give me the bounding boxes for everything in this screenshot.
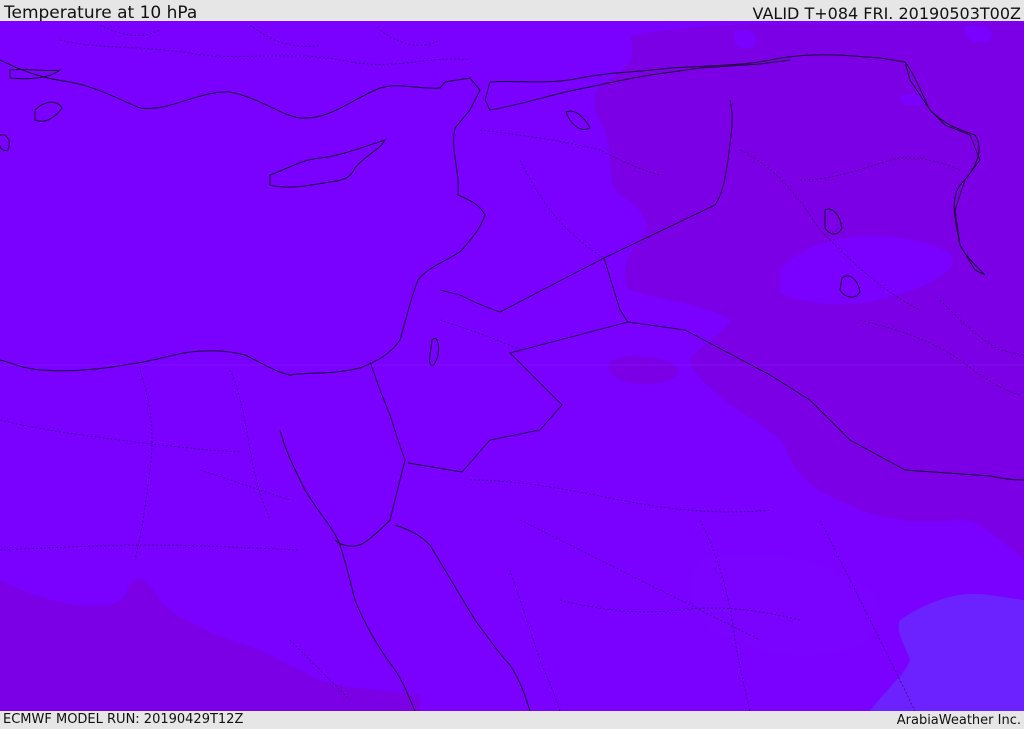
header-bar: Temperature at 10 hPa VALID T+084 FRI. 2…	[0, 0, 1024, 23]
temperature-map[interactable]	[0, 21, 1024, 711]
credit-label: ArabiaWeather Inc.	[896, 713, 1021, 728]
map-canvas	[0, 21, 1024, 711]
map-title: Temperature at 10 hPa	[4, 3, 198, 23]
model-run-label: ECMWF MODEL RUN: 20190429T12Z	[3, 712, 244, 727]
footer-bar: ECMWF MODEL RUN: 20190429T12Z ArabiaWeat…	[0, 711, 1024, 729]
